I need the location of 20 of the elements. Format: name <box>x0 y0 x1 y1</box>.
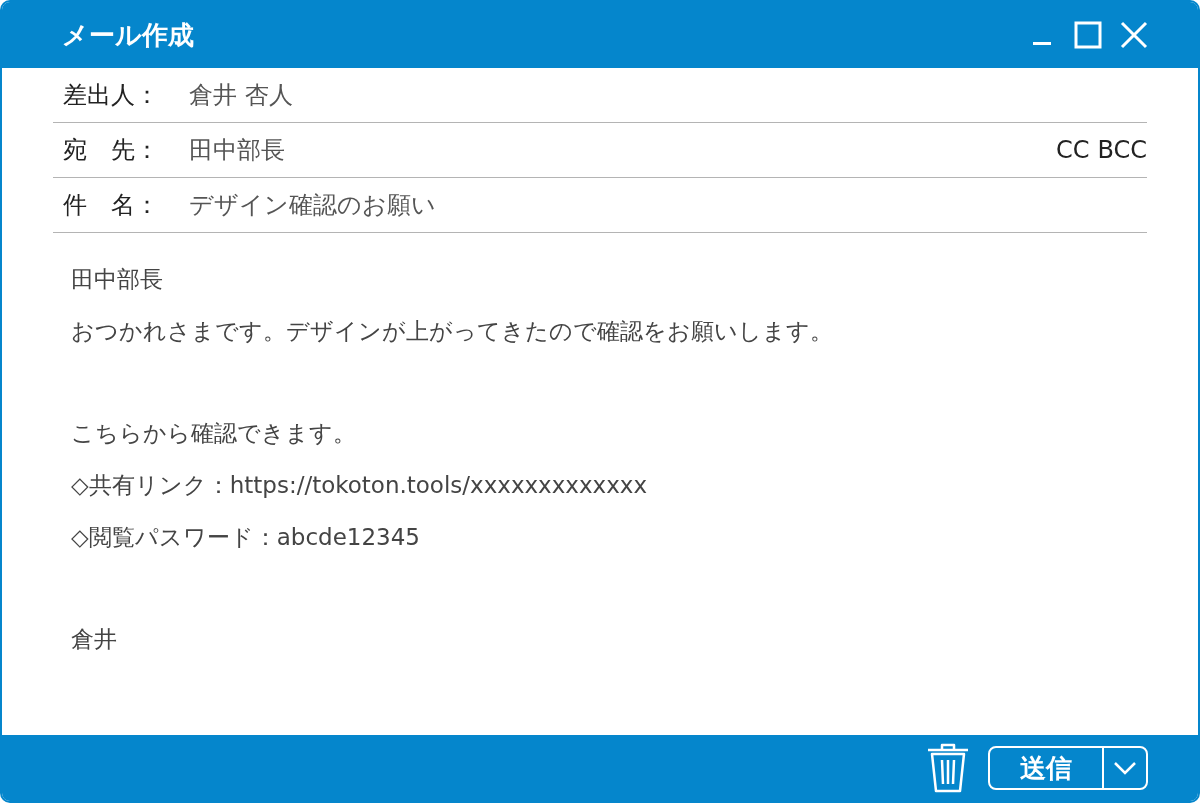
field-value[interactable]: 田中部長 <box>189 134 1056 166</box>
chevron-down-icon <box>1113 761 1137 775</box>
field-label: 件 名： <box>62 190 160 221</box>
body-text-line: こちらから確認できます。 <box>71 419 357 448</box>
recipient-link[interactable]: BCC <box>1097 136 1147 164</box>
send-button[interactable]: 送信 <box>990 748 1102 788</box>
maximize-icon[interactable] <box>1074 21 1102 49</box>
field-label: 差出人： <box>62 80 160 111</box>
trash-icon[interactable] <box>926 743 970 793</box>
body-text-line: おつかれさまです。デザインが上がってきたので確認をお願いします。 <box>71 317 834 346</box>
body-text-line: 倉井 <box>71 625 118 654</box>
body-text-line: 田中部長 <box>71 265 164 294</box>
body-text-line: ◇閲覧パスワード：abcde12345 <box>71 523 421 552</box>
body-text-line: ◇共有リンク：https://tokoton.tools/xxxxxxxxxxxxx <box>71 471 648 500</box>
close-icon[interactable] <box>1120 21 1148 49</box>
field-value[interactable]: 倉井 杏人 <box>189 79 1147 111</box>
field-value[interactable]: デザイン確認のお願い <box>189 189 1147 221</box>
field-label: 宛 先： <box>62 135 160 166</box>
recipient-link[interactable]: CC <box>1055 136 1090 164</box>
window-title: メール作成 <box>62 18 195 52</box>
